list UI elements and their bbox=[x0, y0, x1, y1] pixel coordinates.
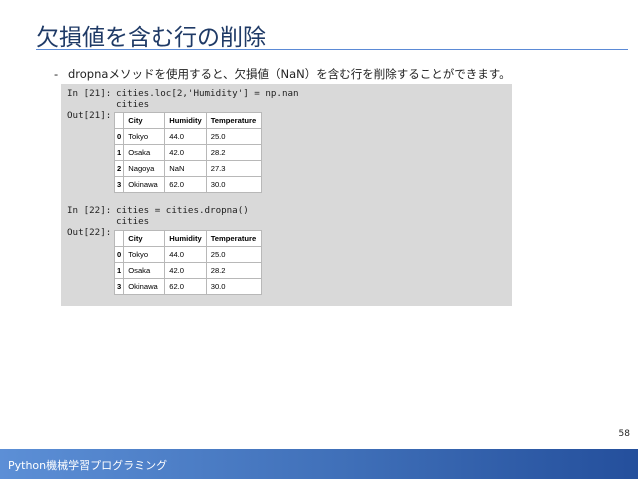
header-temperature: Temperature bbox=[205, 112, 262, 129]
table-row: 1 Osaka 42.0 28.2 bbox=[113, 262, 262, 279]
table-row: 2 Nagoya NaN 27.3 bbox=[113, 160, 262, 177]
dataframe-out-21: City Humidity Temperature 0 Tokyo 44.0 2… bbox=[113, 112, 262, 193]
cell-humidity: 42.0 bbox=[164, 144, 207, 161]
row-index: 3 bbox=[113, 176, 125, 193]
out-prompt-22: Out[22]: bbox=[67, 227, 112, 238]
header-city: City bbox=[123, 230, 166, 247]
cell-city: Osaka bbox=[123, 144, 166, 161]
cell-temperature: 30.0 bbox=[205, 176, 262, 193]
row-index: 1 bbox=[113, 144, 125, 161]
header-humidity: Humidity bbox=[164, 230, 207, 247]
cell-humidity: 62.0 bbox=[164, 278, 207, 295]
table-header-row: City Humidity Temperature bbox=[113, 112, 262, 129]
out-prompt-21: Out[21]: bbox=[67, 110, 112, 121]
cell-humidity: 42.0 bbox=[164, 262, 207, 279]
code-line-22-2: cities bbox=[116, 216, 150, 227]
code-panel: In [21]: cities.loc[2,'Humidity'] = np.n… bbox=[61, 84, 512, 306]
cell-city: Nagoya bbox=[123, 160, 166, 177]
cell-city: Osaka bbox=[123, 262, 166, 279]
cell-city: Tokyo bbox=[123, 128, 166, 145]
header-temperature: Temperature bbox=[205, 230, 262, 247]
bullet-dash: - bbox=[54, 67, 59, 81]
table-row: 3 Okinawa 62.0 30.0 bbox=[113, 176, 262, 193]
header-humidity: Humidity bbox=[164, 112, 207, 129]
cell-humidity: 44.0 bbox=[164, 128, 207, 145]
row-index: 1 bbox=[113, 262, 125, 279]
table-row: 3 Okinawa 62.0 30.0 bbox=[113, 278, 262, 295]
cell-city: Okinawa bbox=[123, 278, 166, 295]
slide-title: 欠損値を含む行の削除 bbox=[36, 25, 266, 51]
row-index: 0 bbox=[113, 246, 125, 263]
cell-temperature: 28.2 bbox=[205, 262, 262, 279]
dataframe-out-22: City Humidity Temperature 0 Tokyo 44.0 2… bbox=[113, 230, 262, 295]
table-row: 0 Tokyo 44.0 25.0 bbox=[113, 246, 262, 263]
row-index: 2 bbox=[113, 160, 125, 177]
table-row: 1 Osaka 42.0 28.2 bbox=[113, 144, 262, 161]
cell-temperature: 25.0 bbox=[205, 128, 262, 145]
cell-humidity: NaN bbox=[164, 160, 207, 177]
footer-title: Python機械学習プログラミング bbox=[8, 459, 168, 472]
row-index: 3 bbox=[113, 278, 125, 295]
cell-temperature: 25.0 bbox=[205, 246, 262, 263]
header-index bbox=[113, 230, 125, 247]
table-header-row: City Humidity Temperature bbox=[113, 230, 262, 247]
bullet-text: dropnaメソッドを使用すると、欠損値（NaN）を含む行を削除することができま… bbox=[68, 67, 511, 81]
cell-humidity: 44.0 bbox=[164, 246, 207, 263]
code-line-21-2: cities bbox=[116, 99, 150, 110]
cell-temperature: 27.3 bbox=[205, 160, 262, 177]
code-line-22-1: cities = cities.dropna() bbox=[116, 205, 249, 216]
page-number: 58 bbox=[618, 429, 630, 439]
header-city: City bbox=[123, 112, 166, 129]
row-index: 0 bbox=[113, 128, 125, 145]
title-underline bbox=[36, 49, 628, 50]
in-prompt-22: In [22]: bbox=[67, 205, 112, 216]
cell-city: Okinawa bbox=[123, 176, 166, 193]
cell-temperature: 30.0 bbox=[205, 278, 262, 295]
table-row: 0 Tokyo 44.0 25.0 bbox=[113, 128, 262, 145]
in-prompt-21: In [21]: bbox=[67, 88, 112, 99]
cell-temperature: 28.2 bbox=[205, 144, 262, 161]
cell-city: Tokyo bbox=[123, 246, 166, 263]
cell-humidity: 62.0 bbox=[164, 176, 207, 193]
footer-bar: Python機械学習プログラミング bbox=[0, 449, 638, 479]
code-line-21-1: cities.loc[2,'Humidity'] = np.nan bbox=[116, 88, 299, 99]
bullet-line: - dropnaメソッドを使用すると、欠損値（NaN）を含む行を削除することができ… bbox=[54, 66, 511, 82]
header-index bbox=[113, 112, 125, 129]
